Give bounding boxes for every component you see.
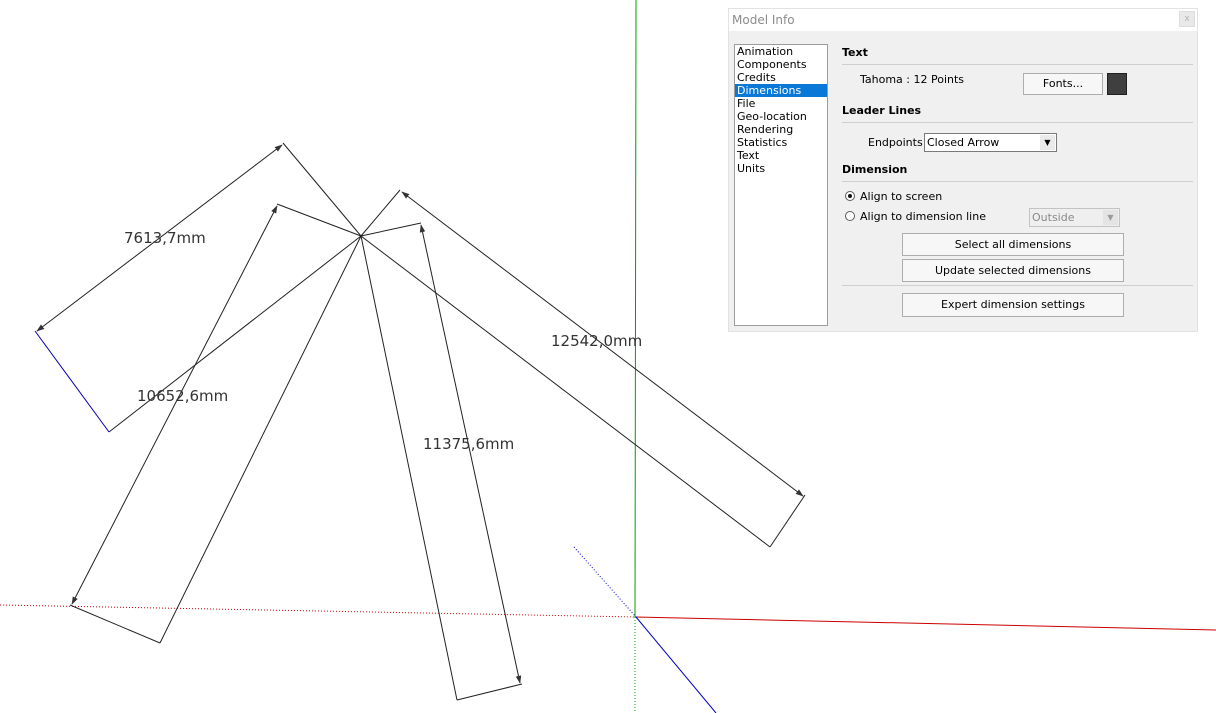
- dimension-label[interactable]: 7613,7mm: [124, 229, 206, 247]
- category-list[interactable]: Animation Components Credits Dimensions File…: [734, 44, 828, 326]
- align-to-dimension-line-label[interactable]: Align to dimension line: [860, 210, 986, 223]
- chevron-down-icon: ▼: [1103, 210, 1118, 225]
- font-info-label: Tahoma : 12 Points: [860, 73, 965, 86]
- fonts-button[interactable]: Fonts...: [1023, 73, 1103, 95]
- chevron-down-icon: ▼: [1040, 135, 1055, 150]
- dimension-label[interactable]: 12542,0mm: [551, 332, 642, 350]
- divider: [842, 285, 1193, 286]
- red-axis: [635, 616, 1216, 631]
- text-section-heading: Text: [842, 46, 868, 59]
- dimension-position-value: Outside: [1032, 211, 1075, 224]
- close-icon[interactable]: x: [1179, 11, 1195, 27]
- category-item-rendering[interactable]: Rendering: [735, 123, 827, 136]
- category-item-statistics[interactable]: Statistics: [735, 136, 827, 149]
- divider: [842, 181, 1193, 182]
- align-to-dimension-line-radio[interactable]: [845, 211, 855, 221]
- dimension-label[interactable]: 11375,6mm: [423, 435, 514, 453]
- model-edges: [108, 142, 771, 701]
- dialog-title: Model Info: [732, 13, 795, 27]
- dimension-position-dropdown: Outside ▼: [1029, 208, 1120, 227]
- divider: [842, 122, 1193, 123]
- blue-axis: [635, 616, 717, 713]
- update-selected-dimensions-button[interactable]: Update selected dimensions: [902, 259, 1124, 282]
- category-item-components[interactable]: Components: [735, 58, 827, 71]
- align-to-screen-label[interactable]: Align to screen: [860, 190, 942, 203]
- text-color-swatch[interactable]: [1107, 73, 1127, 95]
- category-item-geo-location[interactable]: Geo-location: [735, 110, 827, 123]
- dimension-line-2[interactable]: [71, 205, 278, 605]
- dimension-line-3[interactable]: [419, 224, 522, 684]
- category-item-file[interactable]: File: [735, 97, 827, 110]
- dimension-label[interactable]: 10652,6mm: [137, 387, 228, 405]
- endpoints-label: Endpoints:: [868, 136, 927, 149]
- divider: [842, 64, 1193, 65]
- dialog-titlebar[interactable]: Model Info x: [729, 9, 1197, 31]
- select-all-dimensions-button[interactable]: Select all dimensions: [902, 233, 1124, 256]
- leader-lines-heading: Leader Lines: [842, 104, 922, 117]
- category-item-text[interactable]: Text: [735, 149, 827, 162]
- category-item-animation[interactable]: Animation: [735, 45, 827, 58]
- align-to-screen-radio[interactable]: [845, 191, 855, 201]
- model-info-dialog: Model Info x Animation Components Credits D…: [728, 8, 1198, 332]
- dimension-section-heading: Dimension: [842, 163, 908, 176]
- green-axis: [634, 0, 637, 618]
- category-item-credits[interactable]: Credits: [735, 71, 827, 84]
- expert-dimension-settings-button[interactable]: Expert dimension settings: [902, 293, 1124, 317]
- endpoints-dropdown[interactable]: Closed Arrow ▼: [924, 133, 1057, 152]
- category-item-dimensions[interactable]: Dimensions: [735, 84, 827, 97]
- blue-axis-dotted: [573, 546, 637, 618]
- endpoints-value: Closed Arrow: [927, 136, 1000, 149]
- category-item-units[interactable]: Units: [735, 162, 827, 175]
